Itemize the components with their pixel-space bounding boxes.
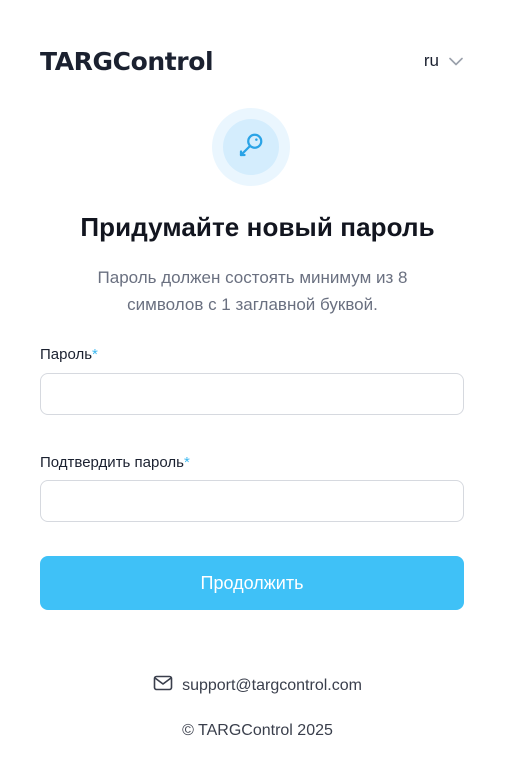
support-contact: support@targcontrol.com [0,675,515,696]
copyright: © TARGControl 2025 [182,722,333,739]
language-label: ru [423,51,439,70]
header: TARGControl ru [40,44,463,78]
required-mark: * [183,454,190,471]
continue-button[interactable]: Продолжить [40,556,464,610]
password-input[interactable] [40,373,464,415]
key-badge [212,108,290,186]
subtitle-line: Пароль должен состоять минимум из 8 [97,268,408,287]
mail-icon [153,675,173,696]
support-email-link[interactable]: support@targcontrol.com [182,677,362,695]
confirm-password-label: Подтвердить пароль* [40,454,190,471]
language-selector[interactable]: ru [424,51,463,71]
subtitle-line: символов с 1 заглавной буквой. [127,295,378,314]
logo: TARGControl [40,46,214,76]
page-title: Придумайте новый пароль [80,212,435,242]
confirm-password-input[interactable] [40,480,464,522]
chevron-down-icon [449,57,463,66]
reset-password-page: TARGControl ru Придумайте новый пароль П… [0,0,515,773]
password-label: Пароль* [40,346,98,363]
required-mark: * [92,346,98,363]
key-icon [236,130,266,165]
page-subtitle: Пароль должен состоять минимум из 8 симв… [40,264,465,318]
